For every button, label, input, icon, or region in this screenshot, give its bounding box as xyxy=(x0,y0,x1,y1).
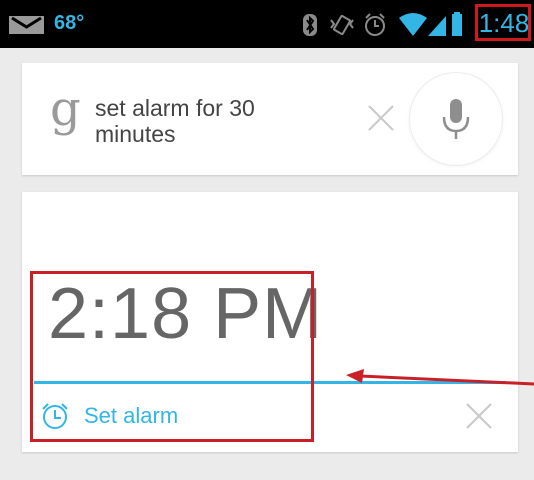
status-bar: 68° 1:48 xyxy=(0,0,534,48)
temperature-text: 68° xyxy=(54,12,85,34)
bluetooth-icon xyxy=(303,14,317,36)
google-logo: g xyxy=(50,81,81,137)
battery-icon xyxy=(452,12,462,36)
microphone-icon xyxy=(442,99,470,139)
search-query[interactable]: set alarm for 30 minutes xyxy=(95,95,315,147)
voice-search-button[interactable] xyxy=(410,73,502,165)
dismiss-icon[interactable] xyxy=(465,402,493,430)
gmail-icon xyxy=(9,16,44,34)
status-icons xyxy=(303,12,462,36)
clear-icon[interactable] xyxy=(366,103,396,133)
time-highlight-box xyxy=(475,4,531,41)
alarm-icon xyxy=(365,13,385,36)
signal-icon xyxy=(428,16,446,36)
search-card: g set alarm for 30 minutes xyxy=(22,63,518,175)
annotation-arrow xyxy=(346,369,534,386)
vibrate-icon xyxy=(330,14,354,36)
wifi-icon xyxy=(399,13,427,36)
alarm-highlight-box xyxy=(30,271,314,442)
